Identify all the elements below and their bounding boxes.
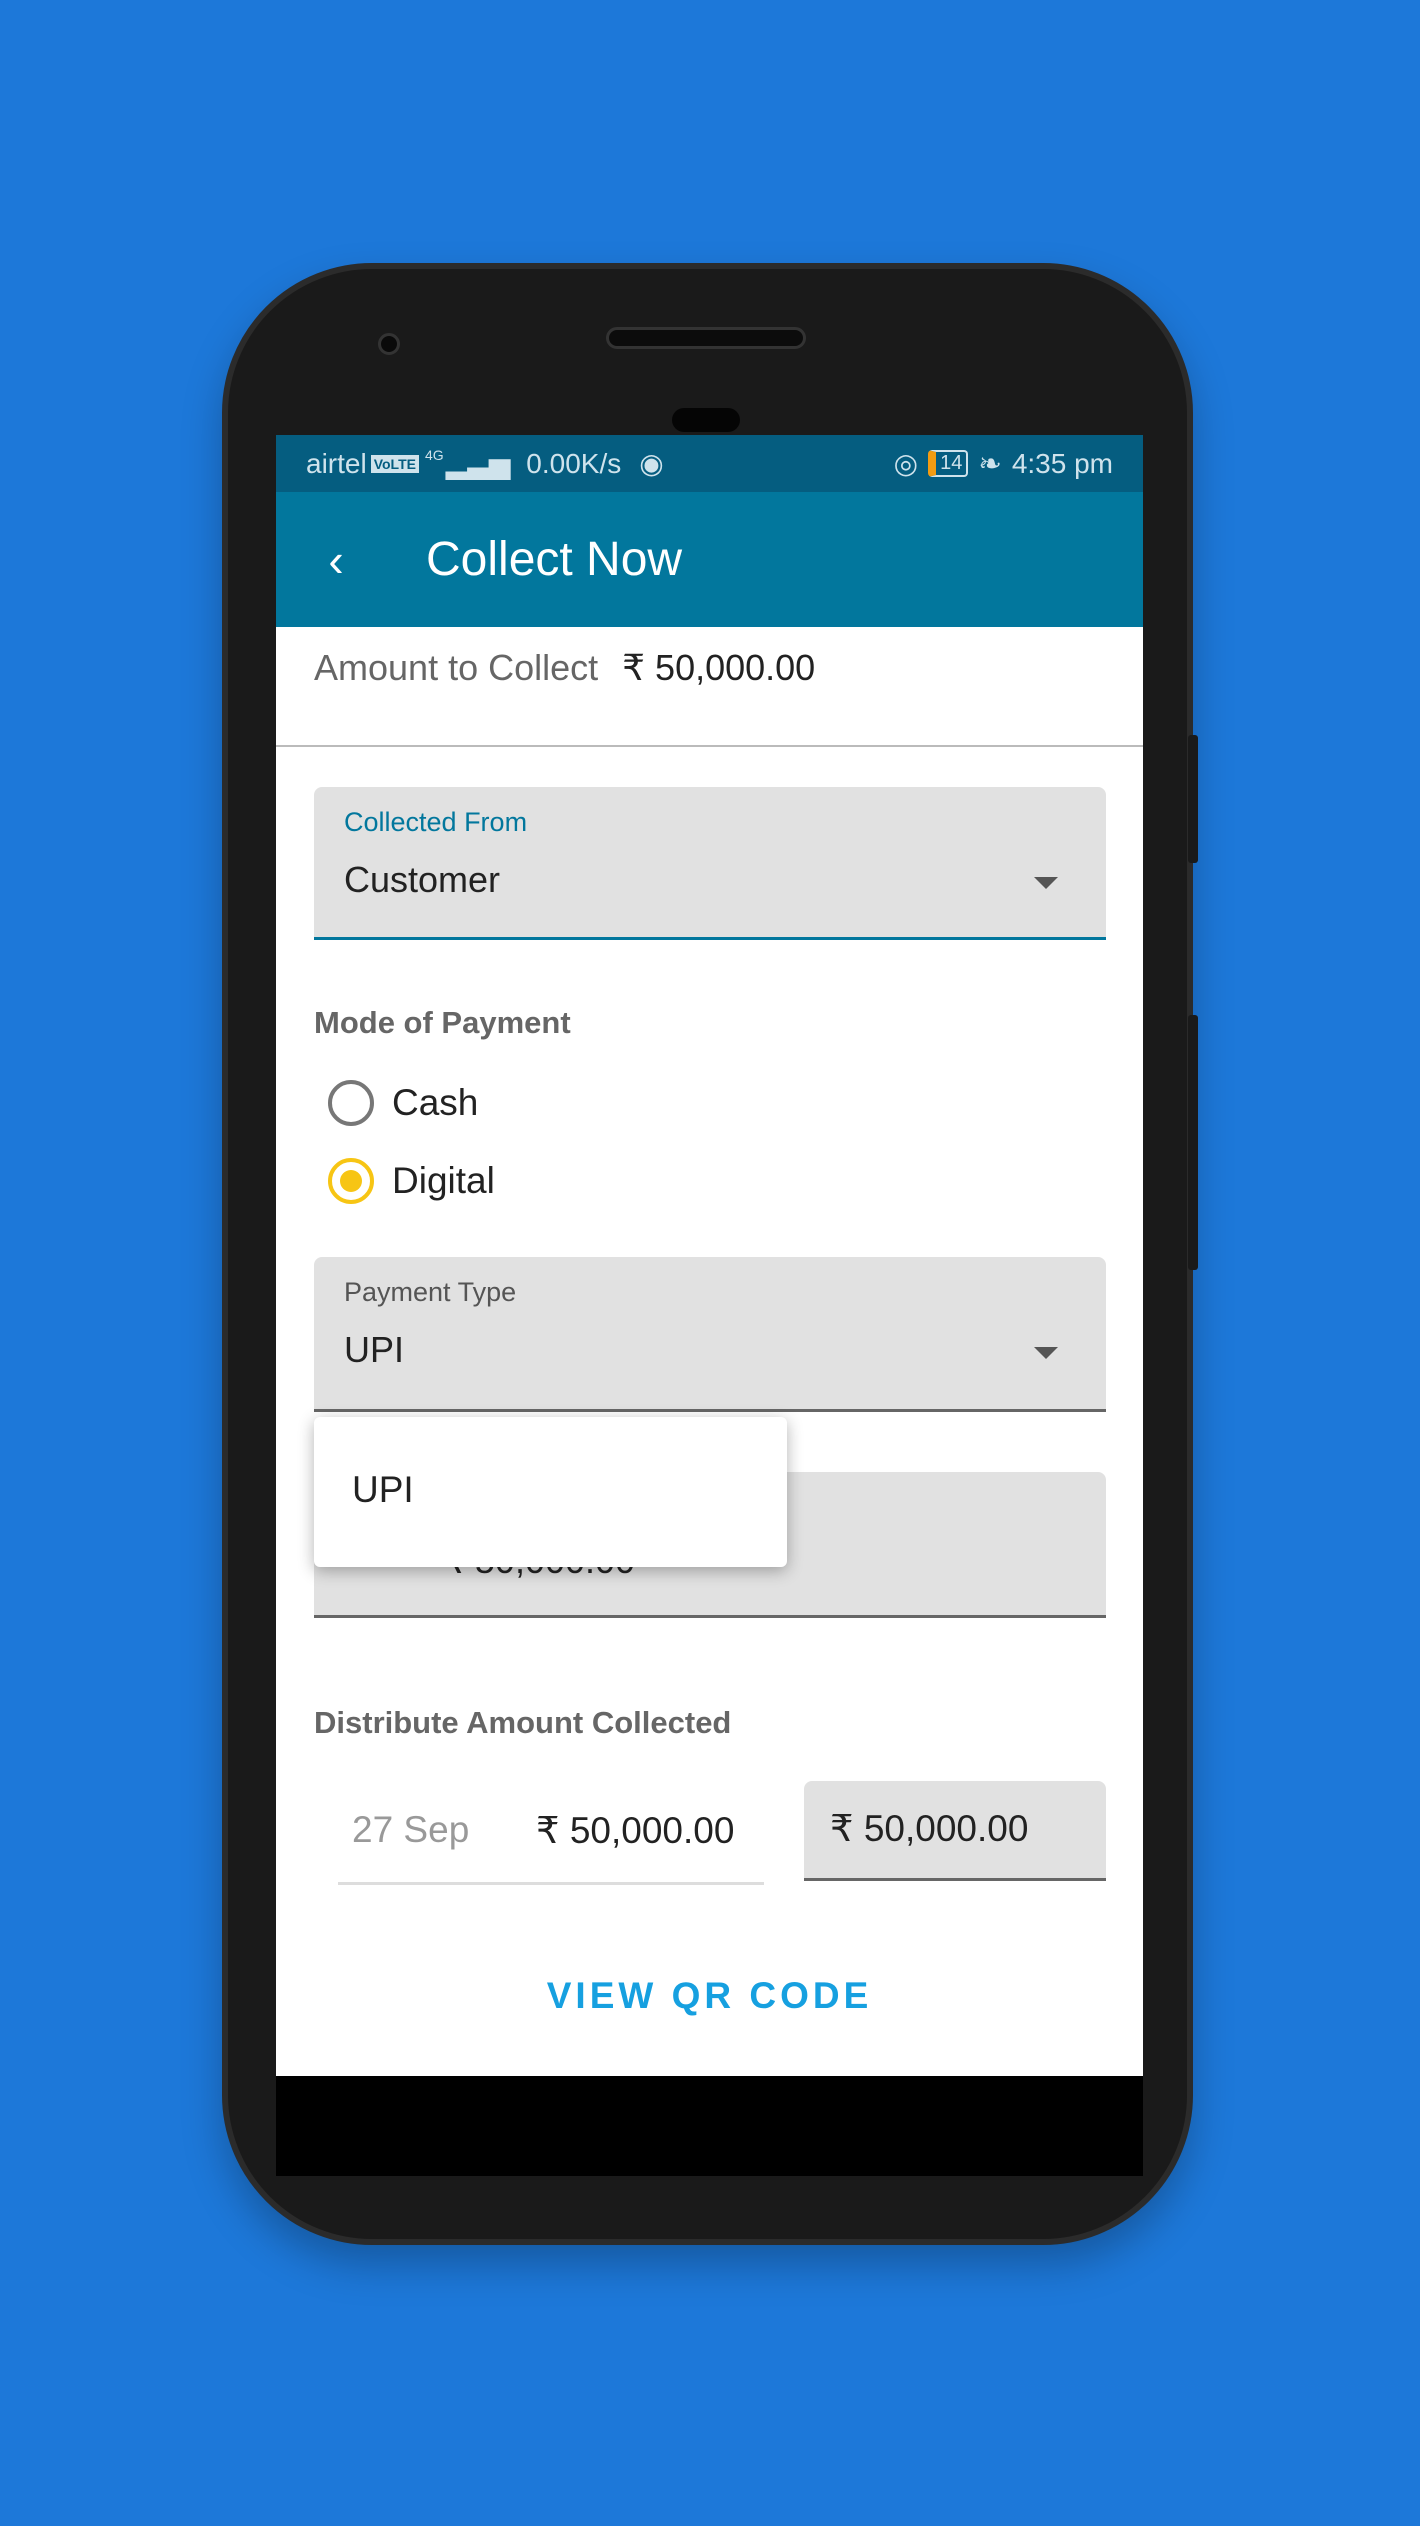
leaf-icon: ❧ xyxy=(978,448,1002,479)
volte-icon: VoLTE xyxy=(370,454,419,473)
signal-icon: ▂▃▅ xyxy=(445,448,511,479)
battery-icon: 14 xyxy=(928,450,969,477)
app-bar: ‹ Collect Now xyxy=(276,492,1143,627)
power-button xyxy=(1188,1015,1198,1270)
status-bar: airtel VoLTE 4G ▂▃▅ 0.00K/s ◉ ◎ 14 ❧ 4:3… xyxy=(276,435,1143,492)
payment-type-menu: UPI xyxy=(314,1417,787,1567)
network-speed: 0.00K/s xyxy=(526,447,622,479)
distribution-row: 27 Sep ₹ 50,000.00 xyxy=(338,1781,764,1885)
carrier: airtel xyxy=(306,447,367,479)
radio-digital[interactable]: Digital xyxy=(328,1158,495,1204)
app-screen: airtel VoLTE 4G ▂▃▅ 0.00K/s ◉ ◎ 14 ❧ 4:3… xyxy=(276,435,1143,2076)
time: 4:35 pm xyxy=(1011,447,1113,479)
dropdown-arrow-icon xyxy=(1034,877,1058,889)
radio-label: Digital xyxy=(392,1160,495,1201)
menu-item-upi[interactable]: UPI xyxy=(352,1469,787,1511)
amount-label: Amount to Collect xyxy=(314,647,599,688)
distribution-amount-input[interactable]: ₹ 50,000.00 xyxy=(804,1781,1106,1881)
payment-type-value: UPI xyxy=(344,1329,405,1370)
eye-icon: ◎ xyxy=(893,448,919,479)
distribution-amount: ₹ 50,000.00 xyxy=(536,1810,735,1851)
dropdown-arrow-icon xyxy=(1034,1347,1058,1359)
radio-unchecked-icon[interactable] xyxy=(328,1080,374,1126)
network-type: 4G xyxy=(424,447,444,463)
front-camera xyxy=(378,333,400,355)
location-icon: ◉ xyxy=(639,448,664,479)
amount-value: ₹ 50,000.00 xyxy=(622,647,816,688)
collected-from-value: Customer xyxy=(344,859,501,900)
payment-type-label: Payment Type xyxy=(344,1277,517,1307)
distribution-date: 27 Sep xyxy=(352,1809,470,1850)
divider xyxy=(276,745,1143,747)
radio-label: Cash xyxy=(392,1082,479,1123)
collected-from-dropdown[interactable]: Collected From Customer xyxy=(314,787,1106,940)
collected-from-label: Collected From xyxy=(344,807,528,837)
amount-to-collect: Amount to Collect ₹ 50,000.00 xyxy=(314,647,815,689)
phone-chin xyxy=(276,2076,1143,2176)
volume-button xyxy=(1188,735,1198,863)
radio-checked-icon[interactable] xyxy=(328,1158,374,1204)
distribute-label: Distribute Amount Collected xyxy=(314,1705,732,1740)
sensor xyxy=(672,408,740,432)
payment-type-dropdown[interactable]: Payment Type UPI xyxy=(314,1257,1106,1412)
chevron-left-icon[interactable]: ‹ xyxy=(276,533,386,587)
page-title: Collect Now xyxy=(426,533,683,586)
radio-cash[interactable]: Cash xyxy=(328,1080,478,1126)
mode-of-payment-label: Mode of Payment xyxy=(314,1005,571,1040)
view-qr-code-button[interactable]: VIEW QR CODE xyxy=(276,1975,1143,2017)
earpiece xyxy=(606,327,806,349)
